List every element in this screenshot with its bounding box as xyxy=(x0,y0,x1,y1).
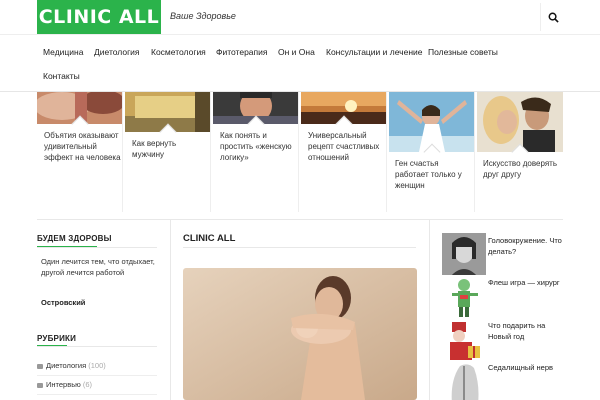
quote-widget-title: БУДЕМ ЗДОРОВЫ xyxy=(37,234,112,243)
main-section-title: CLINIC ALL xyxy=(183,233,236,244)
category-item[interactable]: Интервью (6) xyxy=(37,376,157,395)
popular-post-item[interactable]: Седалищный нерв xyxy=(442,360,572,400)
featured-card-title: Универсальный рецепт счастливых отношени… xyxy=(308,131,380,162)
quote-text: Один лечится тем, что отдыхает, другой л… xyxy=(41,257,155,277)
main-navigation: Медицина Диетология Косметология Фитотер… xyxy=(0,34,600,92)
column-divider xyxy=(429,219,430,400)
popular-post-thumbnail xyxy=(442,233,486,277)
popular-post-title: Головокружение. Что делать? xyxy=(488,236,562,256)
popular-post-title: Что подарить на Новый год xyxy=(488,321,546,341)
nav-item-he-and-she[interactable]: Он и Она xyxy=(278,47,315,57)
widget-title-rule xyxy=(37,247,157,248)
featured-posts-strip: Объятия оказывают удивительный эффект на… xyxy=(37,92,563,216)
nav-item-contacts[interactable]: Контакты xyxy=(43,71,80,81)
featured-card-title: Объятия оказывают удивительный эффект на… xyxy=(44,131,121,162)
categories-widget-title: РУБРИКИ xyxy=(37,334,77,343)
main-title-rule xyxy=(183,247,416,248)
folder-icon xyxy=(37,382,43,388)
category-item[interactable]: Диетология (100) xyxy=(37,357,157,376)
featured-card[interactable]: Ген счастья работает только у женщин xyxy=(389,92,475,212)
nav-item-consultations[interactable]: Консультации и лечение xyxy=(326,47,423,57)
featured-card[interactable]: Универсальный рецепт счастливых отношени… xyxy=(301,92,387,212)
site-header: CLINIC ALL Ваше Здоровье xyxy=(0,0,600,34)
featured-card[interactable]: Объятия оказывают удивительный эффект на… xyxy=(37,92,123,212)
search-button[interactable] xyxy=(540,3,566,31)
site-tagline: Ваше Здоровье xyxy=(170,11,236,21)
category-name: Интервью xyxy=(46,380,81,389)
site-logo[interactable]: CLINIC ALL xyxy=(37,0,161,34)
featured-card-title: Ген счастья работает только у женщин xyxy=(395,159,462,190)
category-name: Диетология xyxy=(46,361,87,370)
featured-card[interactable]: Как вернуть мужчину xyxy=(125,92,211,212)
popular-post-title: Седалищный нерв xyxy=(488,363,553,372)
category-count: (6) xyxy=(82,380,93,389)
featured-card-title: Как понять и простить «женскую логику» xyxy=(220,131,292,162)
column-divider xyxy=(170,219,171,400)
popular-post-thumbnail xyxy=(442,360,486,400)
popular-post-item[interactable]: Головокружение. Что делать? xyxy=(442,233,572,279)
quote-author: Островский xyxy=(41,298,86,307)
category-count: (100) xyxy=(88,361,106,370)
nav-item-dietology[interactable]: Диетология xyxy=(94,47,140,57)
nav-item-useful-tips[interactable]: Полезные советы xyxy=(428,47,498,57)
nav-item-cosmetology[interactable]: Косметология xyxy=(151,47,206,57)
popular-post-item[interactable]: Что подарить на Новый год xyxy=(442,318,572,362)
popular-post-item[interactable]: Флеш игра — хирург xyxy=(442,275,572,319)
search-icon xyxy=(548,12,559,23)
main-featured-image[interactable] xyxy=(183,268,417,400)
featured-card-title: Как вернуть мужчину xyxy=(132,139,177,159)
popular-post-thumbnail xyxy=(442,318,486,362)
nav-item-medicine[interactable]: Медицина xyxy=(43,47,83,57)
popular-post-title: Флеш игра — хирург xyxy=(488,278,560,287)
section-divider xyxy=(37,219,563,220)
popular-post-thumbnail xyxy=(442,275,486,319)
widget-title-rule xyxy=(37,346,157,347)
folder-icon xyxy=(37,363,43,369)
nav-item-phytotherapy[interactable]: Фитотерапия xyxy=(216,47,267,57)
featured-card[interactable]: Как понять и простить «женскую логику» xyxy=(213,92,299,212)
featured-card[interactable]: Искусство доверять друг другу xyxy=(477,92,563,212)
featured-card-title: Искусство доверять друг другу xyxy=(483,159,557,179)
